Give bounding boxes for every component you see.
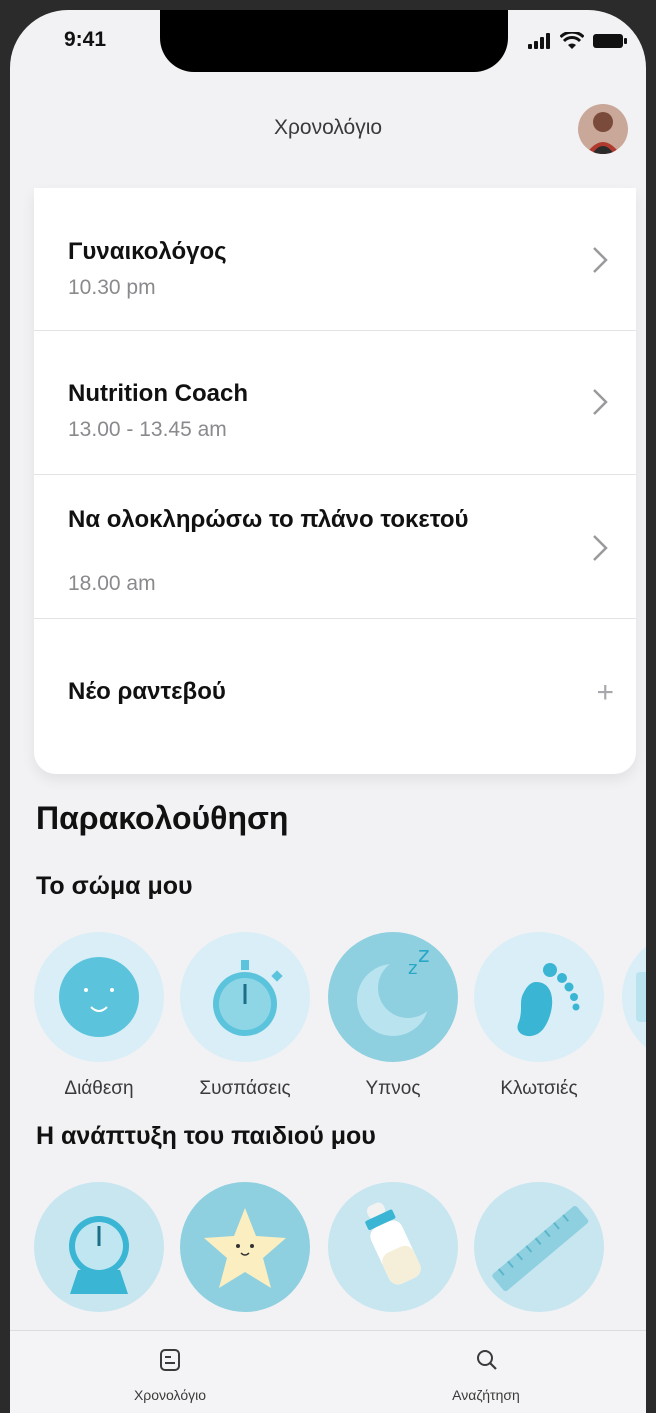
partial-item-icon bbox=[636, 972, 646, 1022]
kicks-label: Κλωτσιές bbox=[500, 1078, 578, 1099]
baby-bottle-button[interactable] bbox=[328, 1182, 458, 1312]
contractions-button[interactable] bbox=[180, 932, 310, 1062]
star-button[interactable] bbox=[180, 1182, 310, 1312]
scale-icon bbox=[69, 1216, 129, 1294]
appointment-row[interactable]: Να ολοκληρώσω το πλάνο τοκετού 18.00 am bbox=[34, 474, 636, 619]
appointment-row[interactable]: Nutrition Coach 13.00 - 13.45 am bbox=[34, 330, 636, 475]
tab-timeline-label: Χρονολόγιο bbox=[133, 1387, 207, 1403]
star-icon bbox=[204, 1208, 286, 1288]
phone-screen: 9:41 Χρονολόγιο Γυναικολόγος 10.30 pm Nu… bbox=[10, 10, 646, 1413]
svg-text:z: z bbox=[408, 958, 417, 979]
timeline-icon bbox=[160, 1349, 180, 1371]
partial-item-button[interactable] bbox=[622, 932, 646, 1062]
chevron-right-icon bbox=[593, 247, 608, 273]
appointment-time: 18.00 am bbox=[68, 572, 156, 595]
page-title: Χρονολόγιο bbox=[273, 116, 383, 139]
ruler-icon bbox=[492, 1205, 589, 1292]
status-icons bbox=[528, 32, 628, 50]
avatar[interactable] bbox=[578, 104, 628, 154]
search-icon bbox=[477, 1350, 497, 1370]
appointment-time: 13.00 - 13.45 am bbox=[68, 418, 227, 441]
mood-label: Διάθεση bbox=[64, 1078, 134, 1099]
kicks-button[interactable] bbox=[474, 932, 604, 1062]
sleep-label: Υπνος bbox=[365, 1078, 421, 1099]
body-heading: Το σώμα μου bbox=[36, 872, 193, 900]
mood-button[interactable] bbox=[34, 932, 164, 1062]
new-appointment-label: Νέο ραντεβού bbox=[68, 678, 226, 705]
plus-icon: + bbox=[596, 676, 614, 709]
tracking-heading: Παρακολούθηση bbox=[36, 800, 289, 836]
mood-face-icon bbox=[59, 957, 139, 1037]
appointment-title: Γυναικολόγος bbox=[68, 238, 227, 265]
wifi-icon bbox=[560, 32, 584, 49]
appointment-row[interactable]: Γυναικολόγος 10.30 pm bbox=[34, 188, 636, 331]
contractions-label: Συσπάσεις bbox=[199, 1078, 291, 1099]
chevron-right-icon bbox=[593, 389, 608, 415]
status-time: 9:41 bbox=[64, 28, 107, 51]
scale-button[interactable] bbox=[34, 1182, 164, 1312]
sleep-moon-icon: z z bbox=[357, 943, 438, 1036]
appointment-title: Να ολοκληρώσω το πλάνο τοκετού bbox=[68, 506, 469, 533]
tab-search-label: Αναζήτηση bbox=[452, 1387, 520, 1403]
signal-icon bbox=[528, 33, 550, 49]
sleep-button[interactable]: z z bbox=[328, 932, 458, 1062]
stopwatch-icon bbox=[213, 960, 283, 1036]
appointment-title: Nutrition Coach bbox=[68, 380, 248, 407]
new-appointment-row[interactable]: Νέο ραντεβού + bbox=[34, 618, 636, 774]
appointments-card: Γυναικολόγος 10.30 pm Nutrition Coach 13… bbox=[34, 188, 636, 774]
tab-bar: Χρονολόγιο Αναζήτηση bbox=[10, 1330, 646, 1413]
svg-text:z: z bbox=[418, 943, 430, 968]
chevron-right-icon bbox=[593, 535, 608, 561]
notch bbox=[160, 10, 508, 72]
ruler-button[interactable] bbox=[474, 1182, 604, 1312]
baby-bottle-icon bbox=[365, 1202, 421, 1285]
foot-icon bbox=[517, 963, 580, 1037]
baby-heading: Η ανάπτυξη του παιδιού μου bbox=[36, 1122, 376, 1150]
battery-icon bbox=[593, 34, 627, 48]
appointment-time: 10.30 pm bbox=[68, 276, 156, 299]
